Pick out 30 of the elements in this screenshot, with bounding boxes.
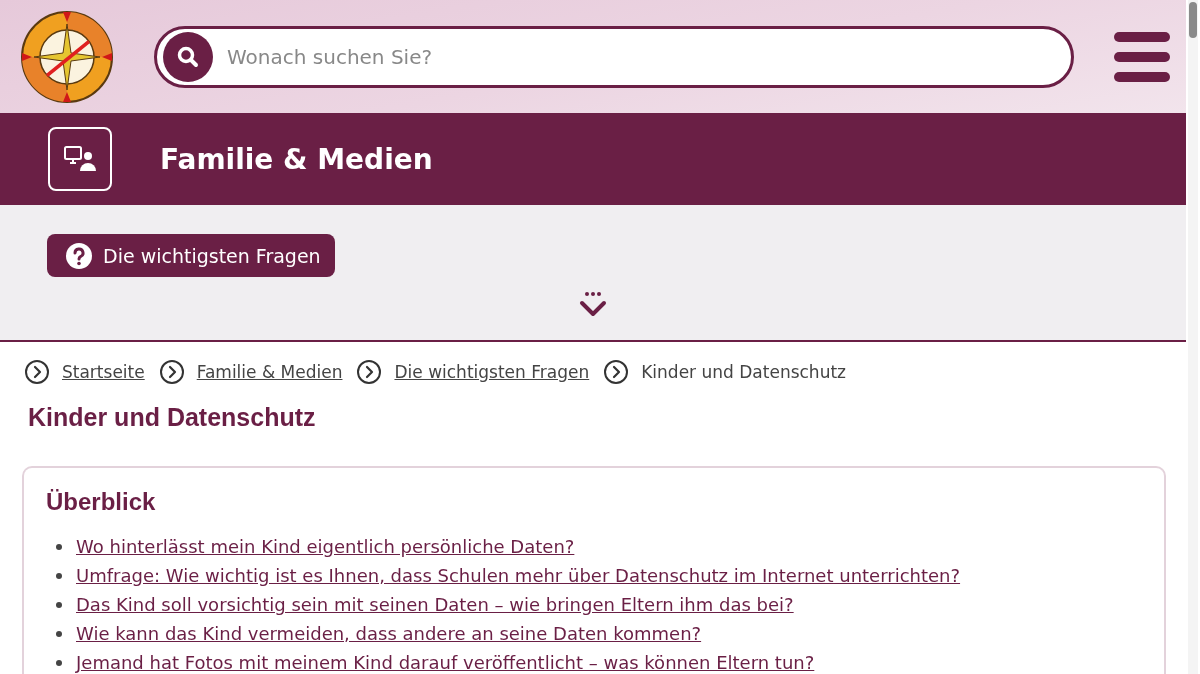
card-title: Überblick [46, 488, 157, 516]
bullet-icon [56, 572, 62, 579]
question-link[interactable]: Wo hinterlässt mein Kind eigentlich persönliche Daten? [76, 536, 575, 557]
question-link[interactable]: Wie kann das Kind vermeiden, dass andere an seine Daten kommen? [76, 623, 702, 644]
breadcrumb-link[interactable]: Die wichtigsten Fragen [394, 362, 590, 382]
breadcrumb-current: Kinder und Datenschutz [641, 362, 846, 382]
search-input[interactable]: Wonach suchen Sie? [225, 43, 1065, 70]
monitor-person-icon [64, 146, 96, 172]
topics-button[interactable]: Die wichtigsten Fragen [47, 234, 335, 277]
compass-logo[interactable] [20, 9, 114, 104]
bullet-icon [56, 543, 62, 550]
search-icon [176, 44, 200, 69]
chevron-circle-icon [24, 359, 50, 385]
chevron-circle-icon [158, 359, 185, 385]
question-link[interactable]: Das Kind soll vorsichtig sein mit seinen Daten – wie bringen Eltern ihm das bei? [76, 594, 794, 615]
search-bar[interactable]: Wonach suchen Sie? [154, 25, 1074, 88]
bullet-icon [56, 630, 62, 637]
menu-button[interactable] [1114, 31, 1170, 82]
breadcrumb-link[interactable]: Startseite [62, 362, 145, 382]
breadcrumb-link[interactable]: Familie & Medien [196, 362, 343, 382]
scrollbar-thumb[interactable] [1189, 2, 1197, 38]
section-title: Familie & Medien [160, 142, 433, 176]
chevron-circle-icon [603, 359, 630, 385]
page-title: Kinder und Datenschutz [28, 403, 317, 432]
bullet-icon [56, 601, 62, 608]
bullet-icon [56, 659, 62, 666]
question-link[interactable]: Umfrage: Wie wichtig ist es Ihnen, dass Schulen mehr über Datenschutz im Internet unterrichten? [76, 565, 961, 586]
chevron-circle-icon [356, 359, 383, 385]
question-icon [65, 241, 93, 270]
question-link[interactable]: Jemand hat Fotos mit meinem Kind darauf veröffentlicht – was können Eltern tun? [76, 652, 815, 673]
